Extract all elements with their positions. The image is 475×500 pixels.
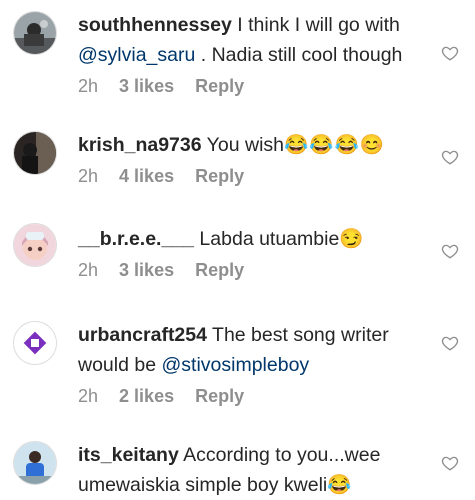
comment-text-before: You wish: [201, 134, 284, 156]
comment-time: 2h: [78, 260, 99, 280]
heart-icon[interactable]: [441, 148, 459, 166]
comment-meta: 2h 3 likes Reply: [78, 258, 430, 282]
avatar-image: [14, 224, 56, 266]
comment-time: 2h: [78, 166, 99, 186]
comment-text: urbancraft254 The best song writer would…: [78, 320, 430, 380]
comment-mention[interactable]: @stivosimpleboy: [161, 354, 309, 376]
comment-text-before: I think I will go with: [231, 14, 400, 36]
comment-username[interactable]: its_keitany: [78, 444, 179, 466]
comment-meta: 2h 2 likes Reply: [78, 384, 430, 408]
comment-likes[interactable]: 4 likes: [119, 166, 174, 186]
comment-text: its_keitany According to you...wee umewa…: [78, 440, 430, 500]
avatar-image: [14, 132, 56, 174]
avatar[interactable]: [14, 132, 56, 174]
reply-button[interactable]: Reply: [195, 260, 244, 280]
comment-emoji: 😂😂😂😊: [284, 134, 386, 156]
comment-time: 2h: [78, 76, 99, 96]
comment-username[interactable]: southhennessey: [78, 14, 232, 36]
comment-meta: 2h 4 likes Reply: [78, 164, 430, 188]
comment-text: krish_na9736 You wish😂😂😂😊: [78, 130, 430, 160]
reply-button[interactable]: Reply: [195, 166, 244, 186]
comment-username[interactable]: __b.r.e.e.___: [78, 228, 194, 250]
comment-likes[interactable]: 3 likes: [119, 76, 174, 96]
avatar[interactable]: [14, 442, 56, 484]
heart-icon[interactable]: [441, 44, 459, 62]
comment-username[interactable]: krish_na9736: [78, 134, 202, 156]
avatar[interactable]: [14, 12, 56, 54]
comment-text-before: Labda utuambie: [194, 228, 340, 250]
comment-likes[interactable]: 2 likes: [119, 386, 174, 406]
avatar[interactable]: [14, 322, 56, 364]
comment-emoji: 😏: [339, 228, 365, 250]
comments-list: southhennessey I think I will go with @s…: [0, 0, 475, 500]
comment-meta: 2h 3 likes Reply: [78, 74, 430, 98]
comment-username[interactable]: urbancraft254: [78, 324, 207, 346]
avatar[interactable]: [14, 224, 56, 266]
heart-icon[interactable]: [441, 242, 459, 260]
heart-icon[interactable]: [441, 454, 459, 472]
comment-likes[interactable]: 3 likes: [119, 260, 174, 280]
comment-time: 2h: [78, 386, 99, 406]
heart-icon[interactable]: [441, 334, 459, 352]
comment-text: southhennessey I think I will go with @s…: [78, 10, 430, 70]
comment-text-after: . Nadia still cool though: [195, 44, 403, 66]
comment-mention[interactable]: @sylvia_saru: [78, 44, 195, 66]
reply-button[interactable]: Reply: [195, 76, 244, 96]
comment-emoji: 😂: [327, 474, 353, 496]
avatar-image: [14, 442, 56, 484]
reply-button[interactable]: Reply: [195, 386, 244, 406]
avatar-image: [14, 322, 56, 364]
avatar-image: [14, 12, 56, 54]
comment-text: __b.r.e.e.___ Labda utuambie😏: [78, 224, 430, 254]
